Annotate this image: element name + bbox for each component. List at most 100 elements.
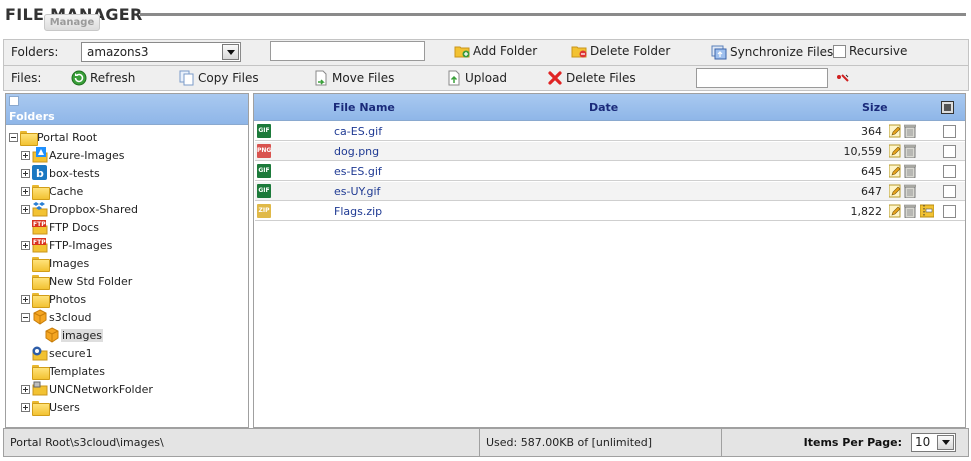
folder-name-input[interactable] xyxy=(270,41,425,61)
file-size: 10,559 xyxy=(843,145,883,158)
edit-pencil-icon[interactable] xyxy=(888,124,901,138)
manage-button[interactable]: Manage xyxy=(44,14,100,31)
copy-icon xyxy=(179,70,195,86)
row-checkbox[interactable] xyxy=(943,145,956,158)
tree-item-portal-root[interactable]: Portal Root xyxy=(9,128,97,146)
delete-folder-button[interactable]: Delete Folder xyxy=(571,43,670,59)
file-size: 1,822 xyxy=(850,205,883,218)
edit-pencil-icon[interactable] xyxy=(888,204,901,218)
trash-can-icon[interactable] xyxy=(903,144,917,159)
collapse-icon[interactable] xyxy=(21,312,30,322)
trash-can-icon[interactable] xyxy=(903,164,917,179)
edit-pencil-icon[interactable] xyxy=(888,144,901,158)
tree-item-images[interactable]: Images xyxy=(21,254,89,272)
file-name-link[interactable]: es-UY.gif xyxy=(334,185,380,198)
delete-files-button[interactable]: Delete Files xyxy=(547,70,636,86)
add-folder-label: Add Folder xyxy=(473,44,538,58)
file-name-link[interactable]: Flags.zip xyxy=(334,205,382,218)
refresh-button[interactable]: Refresh xyxy=(71,70,135,86)
table-row[interactable]: PNG dog.png 10,559 xyxy=(255,142,965,161)
expand-icon[interactable] xyxy=(21,204,30,214)
png-file-icon: PNG xyxy=(257,144,271,158)
chevron-down-icon[interactable] xyxy=(937,435,954,450)
tree-item-label: Photos xyxy=(49,292,87,306)
select-all-checkbox[interactable] xyxy=(941,101,954,114)
tree-item-images[interactable]: images xyxy=(33,326,103,344)
tree-item-box-tests[interactable]: b box-tests xyxy=(21,164,100,182)
table-row[interactable]: GIF es-UY.gif 647 xyxy=(255,182,965,201)
table-row[interactable]: GIF ca-ES.gif 364 xyxy=(255,122,965,141)
row-checkbox[interactable] xyxy=(943,185,956,198)
tree-item-label: Azure-Images xyxy=(49,148,125,162)
upload-icon xyxy=(446,70,462,86)
row-checkbox[interactable] xyxy=(943,165,956,178)
collapse-icon[interactable] xyxy=(9,132,18,142)
table-row[interactable]: ZIP Flags.zip 1,822 xyxy=(255,202,965,221)
tree-item-label: New Std Folder xyxy=(49,274,133,288)
column-size[interactable]: Size xyxy=(862,101,888,114)
row-checkbox[interactable] xyxy=(943,205,956,218)
expand-icon[interactable] xyxy=(21,384,30,394)
tree-item-label: secure1 xyxy=(49,346,93,360)
tree-item-label: s3cloud xyxy=(49,310,92,324)
file-name-link[interactable]: es-ES.gif xyxy=(334,165,382,178)
expand-icon[interactable] xyxy=(21,402,30,412)
tree-item-ftp-docs[interactable]: FTP FTP Docs xyxy=(21,218,99,236)
files-label: Files: xyxy=(11,71,42,85)
trash-can-icon[interactable] xyxy=(903,184,917,199)
recursive-toggle[interactable]: Recursive xyxy=(833,44,907,58)
edit-pencil-icon[interactable] xyxy=(888,184,901,198)
dropbox-icon xyxy=(32,201,48,217)
folder-select[interactable]: amazons3 xyxy=(81,42,241,62)
expand-icon[interactable] xyxy=(21,186,30,196)
items-per-page-label: Items Per Page: xyxy=(803,436,902,449)
tree-item-uncnetworkfolder[interactable]: UNCNetworkFolder xyxy=(21,380,153,398)
file-filter-input[interactable] xyxy=(696,68,828,88)
title-divider xyxy=(140,13,966,16)
table-row[interactable]: GIF es-ES.gif 645 xyxy=(255,162,965,181)
trash-can-icon[interactable] xyxy=(903,124,917,139)
items-per-page-select[interactable]: 10 xyxy=(911,433,956,452)
recursive-checkbox[interactable] xyxy=(833,44,846,58)
expand-icon[interactable] xyxy=(21,150,30,160)
column-file-name[interactable]: File Name xyxy=(333,101,395,114)
storage-usage: Used: 587.00KB of [unlimited] xyxy=(480,429,722,456)
expand-icon[interactable] xyxy=(21,294,30,304)
chevron-down-icon[interactable] xyxy=(222,44,239,60)
column-date[interactable]: Date xyxy=(589,101,618,114)
tree-item-label: Cache xyxy=(49,184,84,198)
expand-icon[interactable] xyxy=(21,240,30,250)
row-checkbox[interactable] xyxy=(943,125,956,138)
move-files-button[interactable]: Move Files xyxy=(313,70,394,86)
upload-button[interactable]: Upload xyxy=(446,70,507,86)
tree-item-dropbox-shared[interactable]: Dropbox-Shared xyxy=(21,200,138,218)
file-grid-panel: File Name Date Size GIF ca-ES.gif 364 PNG do… xyxy=(253,93,966,428)
tree-item-ftp-images[interactable]: FTP FTP-Images xyxy=(21,236,112,254)
filter-clear-icon[interactable] xyxy=(835,71,851,85)
synchronize-files-button[interactable]: Synchronize Files xyxy=(711,44,833,60)
box-icon: b xyxy=(32,165,48,181)
expand-icon[interactable] xyxy=(21,168,30,178)
unzip-icon[interactable] xyxy=(919,204,935,218)
tree-item-photos[interactable]: Photos xyxy=(21,290,86,308)
tree-item-azure-images[interactable]: Azure-Images xyxy=(21,146,124,164)
trash-can-icon[interactable] xyxy=(903,204,917,219)
file-name-link[interactable]: dog.png xyxy=(334,145,379,158)
copy-files-label: Copy Files xyxy=(198,71,259,85)
edit-pencil-icon[interactable] xyxy=(888,164,901,178)
tree-item-label: Users xyxy=(49,400,80,414)
file-name-link[interactable]: ca-ES.gif xyxy=(334,125,382,138)
tree-item-s3cloud[interactable]: s3cloud xyxy=(21,308,92,326)
copy-files-button[interactable]: Copy Files xyxy=(179,70,259,86)
add-folder-button[interactable]: Add Folder xyxy=(454,43,537,59)
tree-item-users[interactable]: Users xyxy=(21,398,80,416)
svg-text:b: b xyxy=(36,167,44,180)
tree-item-label: Templates xyxy=(49,364,105,378)
tree-item-cache[interactable]: Cache xyxy=(21,182,83,200)
tree-item-new-std-folder[interactable]: New Std Folder xyxy=(21,272,132,290)
tree-item-secure1[interactable]: secure1 xyxy=(21,344,93,362)
tree-item-templates[interactable]: Templates xyxy=(21,362,105,380)
tree-item-label: box-tests xyxy=(49,166,100,180)
gif-file-icon: GIF xyxy=(257,164,271,178)
delete-folder-icon xyxy=(571,43,587,59)
